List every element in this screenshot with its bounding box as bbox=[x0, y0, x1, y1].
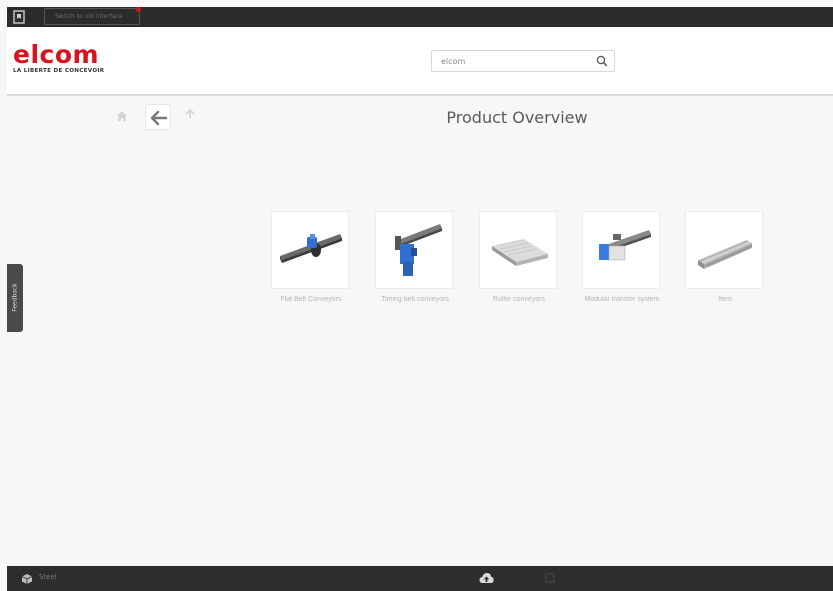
cube-icon[interactable] bbox=[21, 573, 33, 585]
search-box bbox=[431, 50, 615, 72]
product-card-flat-belt[interactable]: Flat Belt Conveyors bbox=[271, 211, 351, 305]
bottom-bar: Steel bbox=[7, 566, 833, 591]
product-card-item[interactable]: Item bbox=[685, 211, 765, 305]
feedback-label: Feedback bbox=[11, 283, 19, 312]
page-title: Product Overview bbox=[446, 108, 588, 127]
product-label[interactable]: Flat Belt Conveyors bbox=[271, 294, 351, 305]
product-image-tile[interactable] bbox=[479, 211, 557, 289]
product-card-modular-transfer[interactable]: Modular transfer system bbox=[582, 211, 662, 305]
search-input[interactable] bbox=[432, 51, 592, 71]
logo[interactable]: elcom LA LIBERTE DE CONCEVOIR bbox=[13, 42, 104, 74]
roller-conveyor-image bbox=[492, 239, 548, 266]
product-image-tile[interactable] bbox=[685, 211, 763, 289]
top-bar: Switch to old interface bbox=[7, 7, 833, 27]
flat-belt-conveyor-image bbox=[280, 234, 342, 263]
arrow-left-icon bbox=[150, 110, 168, 126]
aluminium-profile-image bbox=[698, 240, 753, 269]
grid-icon[interactable] bbox=[545, 573, 555, 583]
modular-transfer-system-image bbox=[599, 230, 651, 261]
feedback-tab[interactable]: Feedback bbox=[7, 264, 23, 332]
product-card-roller[interactable]: Roller conveyors bbox=[479, 211, 559, 305]
product-card-timing-belt[interactable]: Timing belt conveyors bbox=[375, 211, 455, 305]
product-label[interactable]: Item bbox=[685, 294, 765, 305]
product-image-tile[interactable] bbox=[375, 211, 453, 289]
logo-tagline: LA LIBERTE DE CONCEVOIR bbox=[13, 68, 105, 74]
home-icon[interactable] bbox=[116, 110, 128, 122]
product-label[interactable]: Roller conveyors bbox=[479, 294, 559, 305]
back-button[interactable] bbox=[145, 104, 171, 130]
product-label[interactable]: Timing belt conveyors bbox=[375, 294, 455, 305]
material-label[interactable]: Steel bbox=[39, 573, 57, 581]
timing-belt-conveyor-image bbox=[395, 224, 442, 276]
main-content: Product Overview Flat Belt Conveyors Tim… bbox=[7, 98, 833, 565]
search-icon[interactable] bbox=[596, 55, 608, 67]
header: elcom LA LIBERTE DE CONCEVOIR bbox=[7, 27, 833, 96]
product-label[interactable]: Modular transfer system bbox=[582, 294, 662, 305]
arrow-right-icon[interactable] bbox=[183, 108, 197, 124]
logo-wordmark: elcom bbox=[13, 40, 100, 69]
switch-interface-button[interactable]: Switch to old interface bbox=[44, 8, 140, 25]
notification-dot bbox=[136, 7, 141, 12]
bookmark-icon[interactable] bbox=[13, 10, 25, 24]
cloud-upload-icon[interactable] bbox=[479, 572, 494, 584]
app-window: Switch to old interface elcom LA LIBERTE… bbox=[0, 0, 833, 591]
product-image-tile[interactable] bbox=[582, 211, 660, 289]
product-image-tile[interactable] bbox=[271, 211, 349, 289]
